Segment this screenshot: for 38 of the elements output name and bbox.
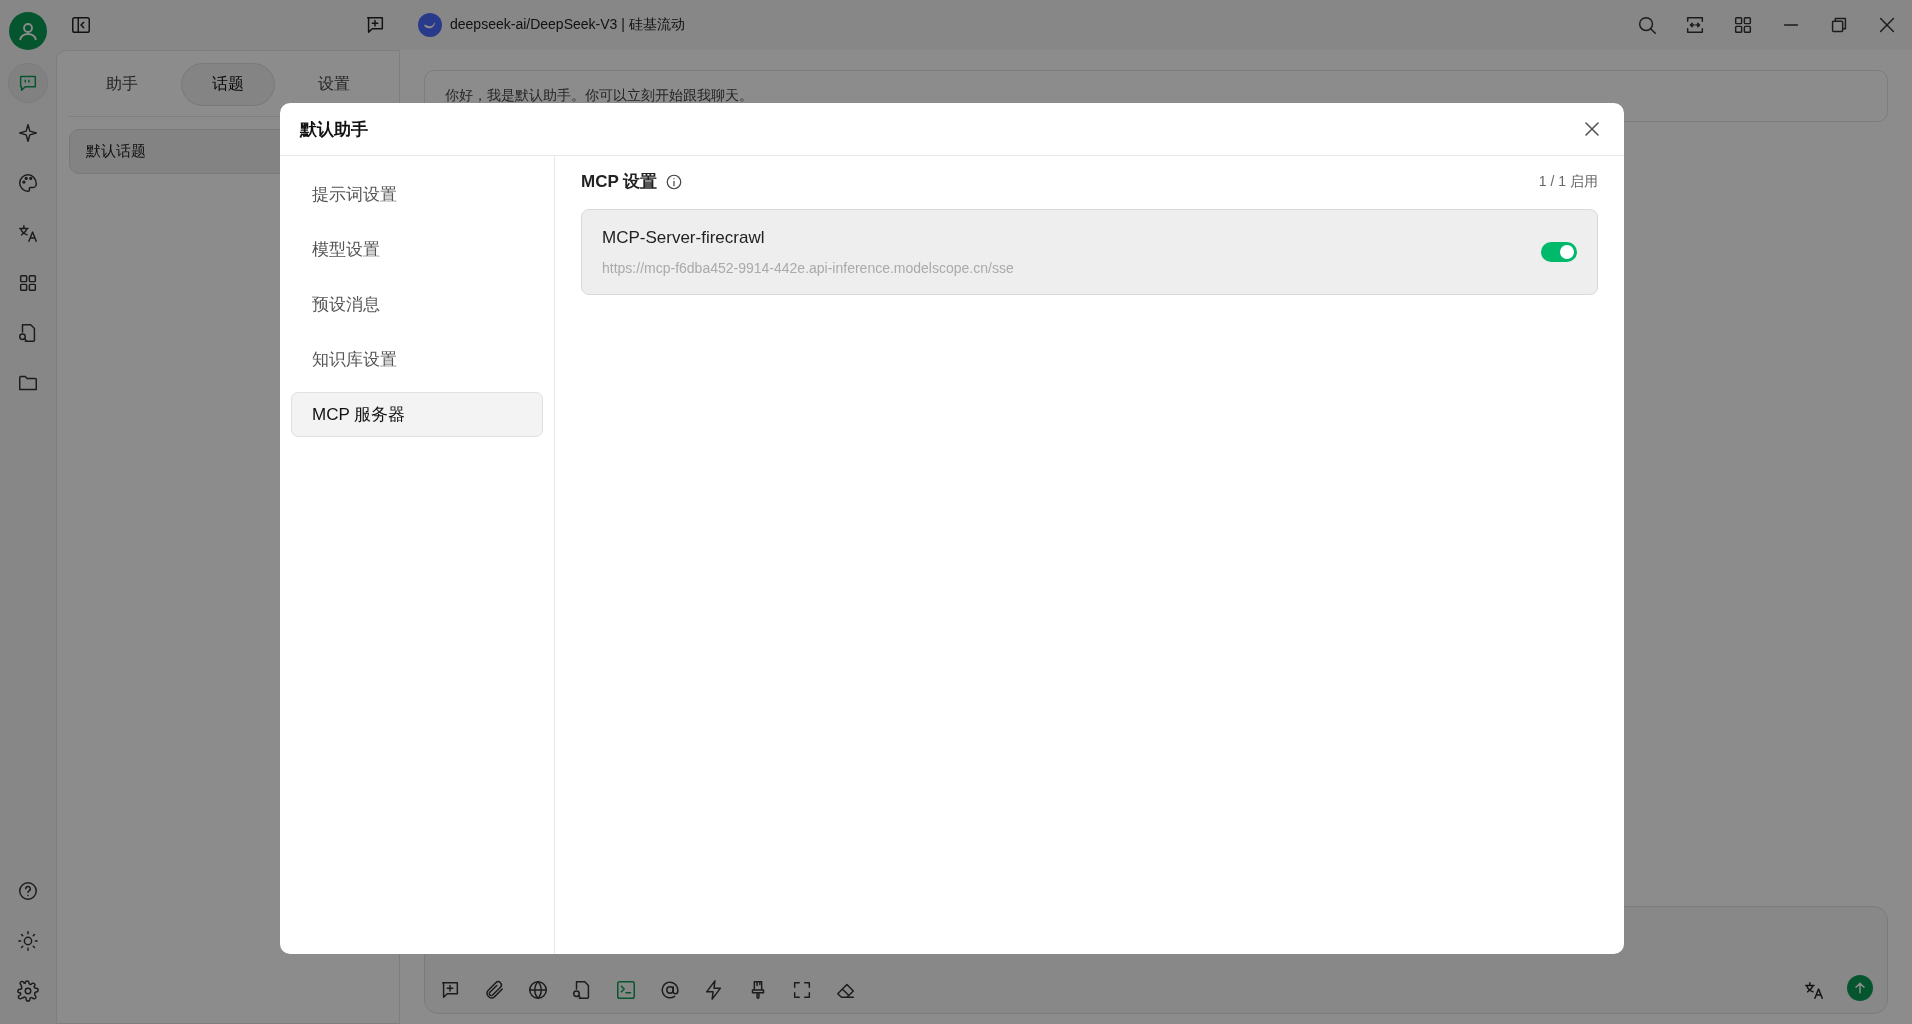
sparkle-icon[interactable] [17,122,39,144]
sidebar-toggle-icon[interactable] [70,14,92,36]
settings-menu-item[interactable]: 知识库设置 [291,337,543,382]
model-logo-icon [418,13,442,37]
translate-icon[interactable] [17,222,39,244]
new-chat-icon[interactable] [439,979,461,1001]
paperclip-icon[interactable] [483,979,505,1001]
section-title: MCP 设置 [581,171,658,193]
server-url: https://mcp-f6dba452-9914-442e.api-inference.modelscope.cn/sse [602,260,1014,276]
user-avatar[interactable] [9,12,47,50]
panel-tab[interactable]: 话题 [181,63,275,106]
sun-icon[interactable] [17,930,39,952]
model-name[interactable]: deepseek-ai/DeepSeek-V3 | 硅基流动 [450,16,685,34]
translate-icon[interactable] [1803,979,1825,1001]
expand-icon[interactable] [791,979,813,1001]
settings-icon[interactable] [17,980,39,1002]
grid-icon[interactable] [17,272,39,294]
help-icon[interactable] [17,880,39,902]
arrow-up-icon [1852,980,1868,996]
server-name: MCP-Server-firecrawl [602,228,766,248]
info-icon[interactable] [665,172,684,191]
palette-icon[interactable] [17,172,39,194]
toggle-switch[interactable] [1541,242,1577,262]
send-button[interactable] [1847,975,1873,1001]
panel-tab[interactable]: 设置 [287,63,381,106]
new-chat-icon[interactable] [364,14,386,36]
settings-menu-item[interactable]: MCP 服务器 [291,392,543,437]
settings-menu-item[interactable]: 模型设置 [291,227,543,272]
enabled-count: 1 / 1 启用 [1538,172,1598,191]
terminal-icon[interactable] [615,979,637,1001]
panel-tab[interactable]: 助手 [75,63,169,106]
at-sign-icon[interactable] [659,979,681,1001]
globe-icon[interactable] [527,979,549,1001]
grid-icon[interactable] [1732,14,1754,36]
settings-menu-item[interactable]: 提示词设置 [291,172,543,217]
width-toggle-icon[interactable] [1684,14,1706,36]
search-icon[interactable] [1636,14,1658,36]
settings-menu-item[interactable]: 预设消息 [291,282,543,327]
